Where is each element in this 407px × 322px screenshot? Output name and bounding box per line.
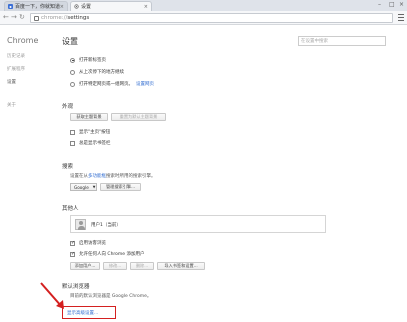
- radio-button[interactable]: [70, 81, 75, 87]
- page-icon: [34, 15, 39, 21]
- baidu-paw-icon: [8, 4, 13, 9]
- startup-option-specific[interactable]: 打开特定网页或一组网页。 设置网页: [70, 81, 154, 87]
- url-path: settings: [67, 15, 90, 21]
- radio-button[interactable]: [70, 69, 75, 75]
- show-bookmarks-option[interactable]: 总是显示书签栏: [70, 140, 111, 146]
- omnibox-link[interactable]: 多功能框: [88, 174, 106, 179]
- search-desc-tail: 搜索时所用的搜索引擎。: [106, 174, 156, 179]
- allow-add-users-option[interactable]: 允许任何人向 Chrome 添加用户: [70, 251, 145, 257]
- sidebar: Chrome 历史记录 扩展程序 设置 关于: [0, 26, 56, 322]
- toolbar: ← → ↻ chrome:// settings: [0, 11, 407, 25]
- option-label: 打开新标签页: [79, 58, 106, 63]
- tab-title: 设置: [81, 4, 92, 10]
- gear-icon: [74, 4, 79, 9]
- reset-theme-button[interactable]: 重置为默认主题背景: [111, 113, 166, 121]
- close-window-button[interactable]: ×: [399, 1, 404, 8]
- minimize-button[interactable]: –: [378, 1, 381, 8]
- sidebar-item-settings[interactable]: 设置: [7, 79, 16, 85]
- user-list[interactable]: 用户1（当前）: [70, 215, 326, 233]
- get-themes-button[interactable]: 获取主题背景: [70, 113, 108, 121]
- settings-search-input[interactable]: 在设置中搜索: [298, 36, 386, 46]
- url-scheme: chrome://: [41, 15, 68, 21]
- back-icon[interactable]: ←: [3, 14, 9, 21]
- option-label: 打开特定网页或一组网页。: [79, 82, 133, 87]
- tab-baidu[interactable]: 百度一下，你就知道 ×: [4, 1, 68, 11]
- checkbox[interactable]: [70, 251, 75, 257]
- guest-browsing-option[interactable]: 启用访客浏览: [70, 240, 106, 246]
- edit-user-button[interactable]: 修改...: [103, 262, 127, 270]
- radio-button[interactable]: [70, 57, 75, 63]
- tab-close-icon[interactable]: ×: [144, 4, 148, 10]
- set-pages-link[interactable]: 设置网页: [136, 81, 154, 87]
- search-title: 搜索: [62, 164, 74, 170]
- import-bookmarks-button[interactable]: 导入书签和设置...: [157, 262, 205, 270]
- tab-title: 百度一下，你就知道: [15, 4, 60, 10]
- user-name: 用户1（当前）: [91, 223, 121, 228]
- option-label: 显示"主页"按钮: [79, 130, 111, 135]
- annotation-arrow-icon: [40, 282, 64, 309]
- option-label: 启用访客浏览: [79, 241, 106, 246]
- option-label: 从上次停下的地方继续: [79, 70, 124, 75]
- maximize-button[interactable]: □: [389, 1, 395, 8]
- tab-strip: 百度一下，你就知道 × 设置 × – □ ×: [0, 0, 407, 11]
- settings-main: 设置 在设置中搜索 打开新标签页 从上次停下的地方继续 打开特定网页或一组网页。…: [40, 26, 407, 322]
- avatar: [75, 219, 86, 230]
- checkbox[interactable]: [70, 140, 75, 146]
- sidebar-brand: Chrome: [7, 36, 39, 45]
- option-label: 允许任何人向 Chrome 添加用户: [79, 252, 145, 257]
- manage-search-engines-button[interactable]: 管理搜索引擎...: [100, 183, 141, 191]
- dropdown-arrow-icon: ▼: [92, 185, 96, 189]
- checkbox[interactable]: [70, 240, 75, 246]
- reload-icon[interactable]: ↻: [19, 14, 25, 21]
- sidebar-item-about[interactable]: 关于: [7, 102, 16, 108]
- people-title: 其他人: [62, 206, 79, 212]
- search-engine-value: Google: [74, 184, 89, 190]
- search-desc-text: 设置在从: [70, 174, 88, 179]
- address-bar[interactable]: chrome:// settings: [30, 13, 393, 23]
- remove-user-button[interactable]: 删除...: [130, 262, 154, 270]
- search-engine-select[interactable]: Google ▼: [70, 183, 97, 191]
- page-title: 设置: [62, 37, 78, 46]
- option-label: 总是显示书签栏: [79, 141, 111, 146]
- show-home-option[interactable]: 显示"主页"按钮: [70, 129, 110, 135]
- add-user-button[interactable]: 添加用户...: [70, 262, 100, 270]
- appearance-title: 外观: [62, 104, 74, 110]
- search-description: 设置在从多功能框搜索时所用的搜索引擎。: [70, 173, 156, 179]
- tab-settings[interactable]: 设置 ×: [70, 1, 152, 11]
- startup-option-continue[interactable]: 从上次停下的地方继续: [70, 69, 124, 75]
- sidebar-item-history[interactable]: 历史记录: [7, 53, 25, 59]
- checkbox[interactable]: [70, 129, 75, 135]
- show-advanced-settings-link[interactable]: 显示高级设置...: [67, 310, 98, 316]
- menu-icon[interactable]: [398, 14, 404, 21]
- default-browser-description: 目前的默认浏览器是 Google Chrome。: [70, 294, 152, 299]
- forward-icon[interactable]: →: [11, 14, 17, 21]
- tab-close-icon[interactable]: ×: [60, 4, 64, 10]
- sidebar-item-extensions[interactable]: 扩展程序: [7, 66, 25, 72]
- startup-option-new-tab[interactable]: 打开新标签页: [70, 57, 106, 63]
